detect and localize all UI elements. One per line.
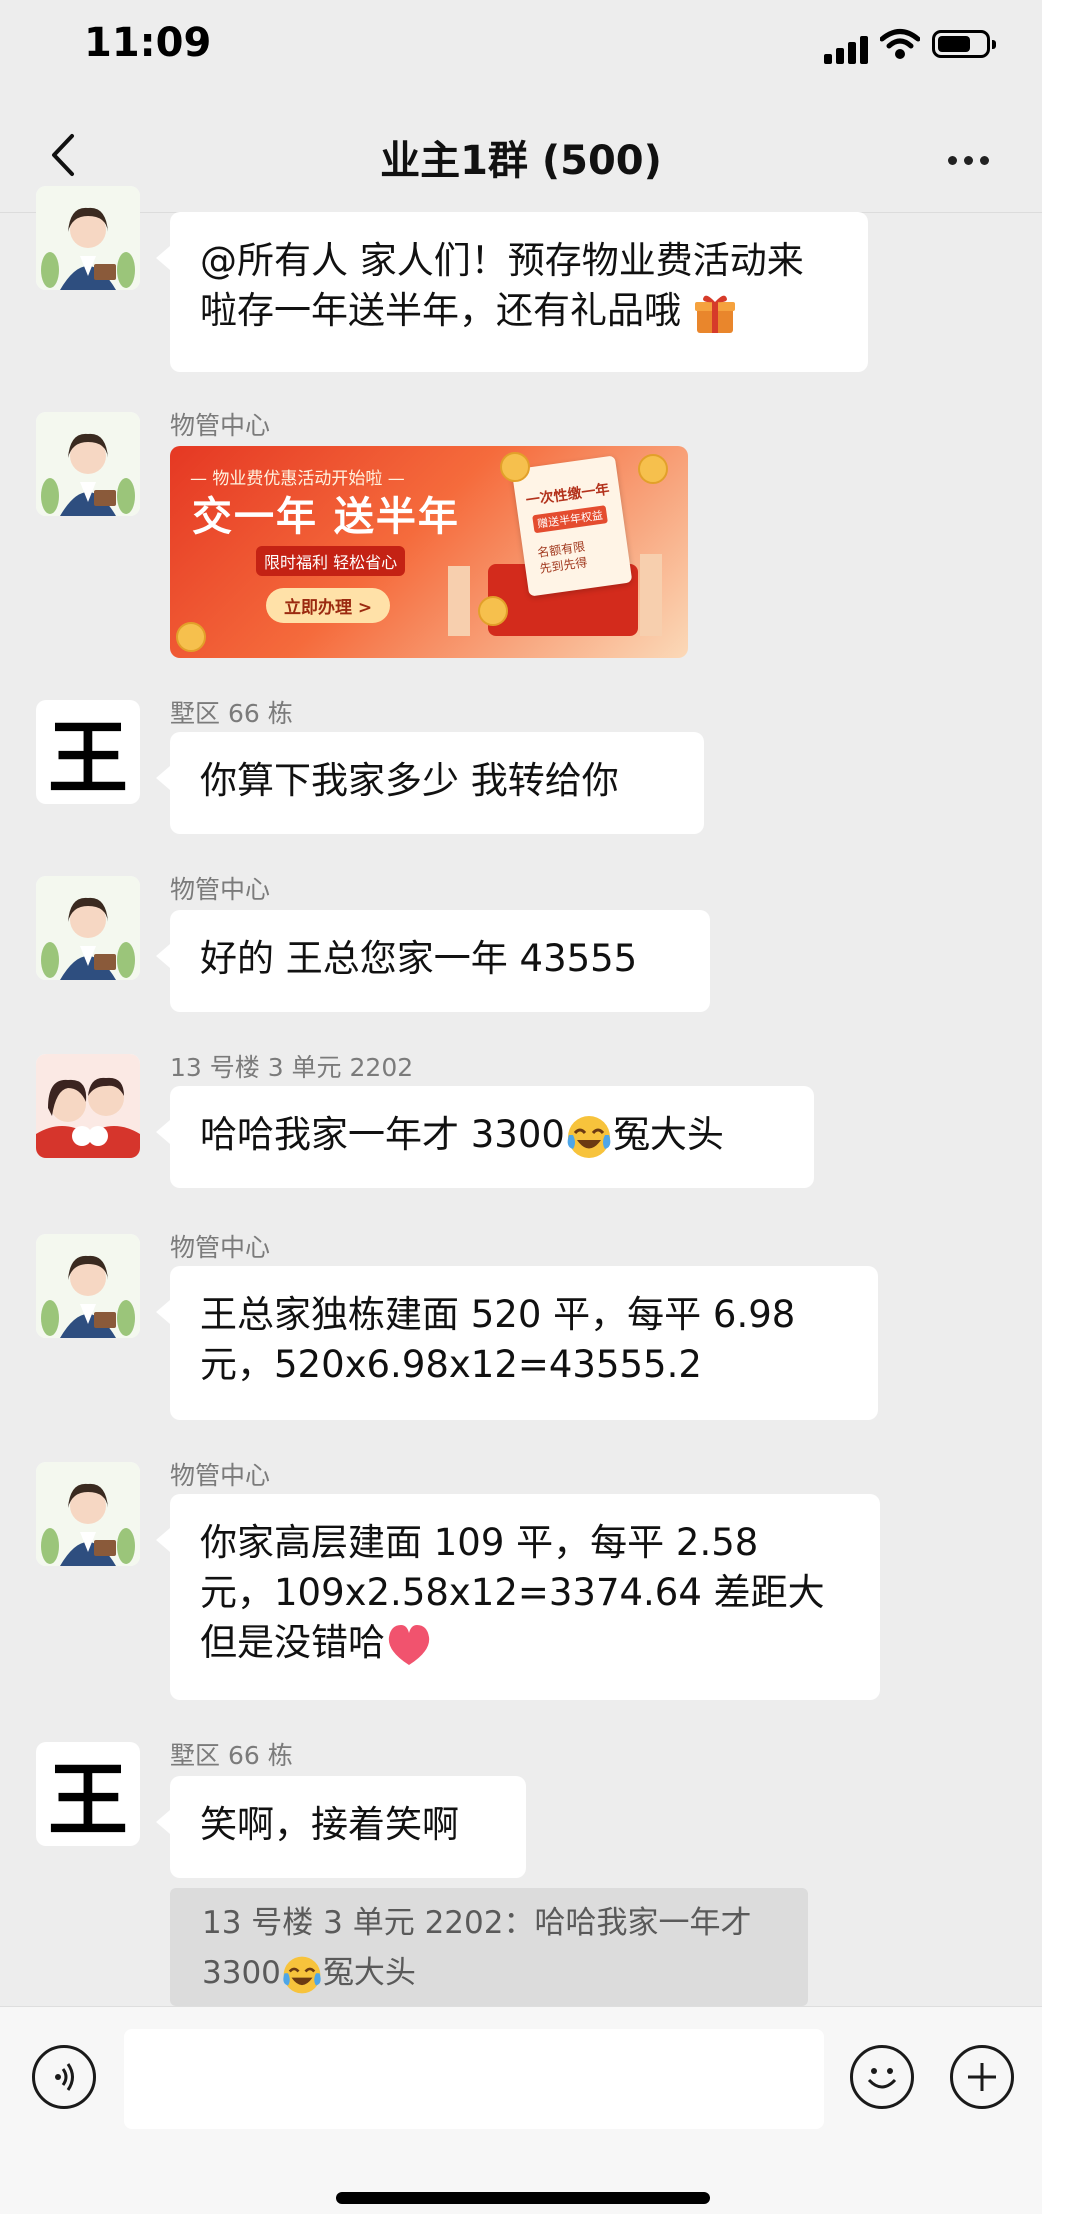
coin-shape — [176, 622, 206, 652]
chat-screen: 11:09 业主1群 (500) @所有人 家人们！预存物业费活动来啦存一年送半… — [0, 0, 1042, 2214]
message-input[interactable] — [124, 2029, 824, 2129]
wang-avatar[interactable]: 王 — [36, 1742, 140, 1846]
page-margin — [1042, 0, 1086, 2214]
staff-avatar-icon — [36, 1234, 140, 1338]
chat-header: 业主1群 (500) — [0, 100, 1042, 213]
message-text-line: 王总家独栋建面 520 平，每平 6.98 — [200, 1293, 796, 1336]
banner-subline: 限时福利 轻松省心 — [256, 546, 406, 576]
building-shape — [640, 554, 662, 636]
banner-headline: 交一年 送半年 — [192, 494, 460, 540]
message-text-line: 元，109x2.58x12=3374.64 差距大 — [200, 1571, 825, 1614]
laugh-cry-emoji-icon — [283, 1956, 321, 1993]
promo-banner-image[interactable]: — 物业费优惠活动开始啦 — 交一年 送半年 限时福利 轻松省心 立即办理 > … — [170, 446, 688, 658]
message-text-line: 元，520x6.98x12=43555.2 — [200, 1343, 702, 1386]
quote-text: 3300 — [202, 1955, 281, 1991]
coin-shape — [478, 596, 508, 626]
battery-icon — [932, 30, 996, 58]
message-bubble[interactable]: 笑啊，接着笑啊 — [156, 1776, 526, 1878]
sender-name: 物管中心 — [170, 411, 271, 440]
status-time: 11:09 — [84, 20, 212, 66]
sender-name: 物管中心 — [170, 1461, 271, 1490]
wifi-icon — [880, 29, 920, 59]
building-shape — [448, 566, 470, 636]
staff-avatar[interactable] — [36, 876, 140, 980]
message-text-line: 你家高层建面 109 平，每平 2.58 — [200, 1521, 759, 1564]
staff-avatar-icon — [36, 412, 140, 516]
message-text-line: 但是没错哈 — [200, 1618, 850, 1668]
heart-icon — [388, 1624, 430, 1665]
message-text: 冤大头 — [612, 1113, 724, 1156]
quote-line: 13 号楼 3 单元 2202：哈哈我家一年才 — [202, 1905, 752, 1941]
laugh-cry-emoji-icon — [567, 1115, 611, 1158]
quote-text: 冤大头 — [322, 1955, 416, 1991]
message-text: 好的 王总您家一年 43555 — [200, 937, 638, 980]
signal-icon — [824, 34, 868, 64]
sender-name: 物管中心 — [170, 1233, 271, 1262]
coin-shape — [500, 452, 530, 482]
coin-shape — [638, 454, 668, 484]
message-text: 哈哈我家一年才 3300 — [200, 1113, 565, 1156]
input-bar — [0, 2006, 1042, 2214]
staff-avatar-icon — [36, 876, 140, 980]
gift-icon — [694, 295, 735, 333]
staff-avatar-icon — [36, 1462, 140, 1566]
staff-avatar[interactable] — [36, 186, 140, 290]
chat-title: 业主1群 (500) — [380, 138, 662, 184]
message-text: 你算下我家多少 我转给你 — [200, 759, 619, 802]
ticket-tag: 赠送半年权益 — [532, 505, 608, 534]
banner-button: 立即办理 > — [266, 588, 391, 623]
ticket-card: 一次性缴一年 赠送半年权益 名额有限 先到先得 — [511, 455, 633, 597]
voice-input-icon[interactable] — [32, 2045, 96, 2109]
sender-name: 墅区 66 栋 — [170, 1741, 293, 1770]
ticket-note: 名额有限 先到先得 — [536, 538, 588, 576]
staff-avatar[interactable] — [36, 1462, 140, 1566]
message-bubble[interactable]: 好的 王总您家一年 43555 — [156, 910, 710, 1012]
message-bubble[interactable]: 哈哈我家一年才 3300 冤大头 — [156, 1086, 814, 1188]
quote-line: 3300 冤大头 — [202, 1948, 776, 1998]
message-bubble[interactable]: 你家高层建面 109 平，每平 2.58 元，109x2.58x12=3374.… — [156, 1494, 880, 1700]
message-bubble[interactable]: 你算下我家多少 我转给你 — [156, 732, 704, 834]
message-text: 笑啊，接着笑啊 — [200, 1803, 459, 1846]
add-more-icon[interactable] — [950, 2045, 1014, 2109]
sender-name: 物管中心 — [170, 875, 271, 904]
quoted-message[interactable]: 13 号楼 3 单元 2202：哈哈我家一年才 3300 冤大头 — [170, 1888, 808, 2006]
message-bubble[interactable]: 王总家独栋建面 520 平，每平 6.98 元，520x6.98x12=4355… — [156, 1266, 878, 1420]
home-indicator — [336, 2192, 710, 2204]
staff-avatar[interactable] — [36, 1234, 140, 1338]
more-options-icon[interactable] — [948, 150, 996, 169]
sender-name: 13 号楼 3 单元 2202 — [170, 1053, 414, 1082]
message-bubble[interactable]: @所有人 家人们！预存物业费活动来啦存一年送半年，还有礼品哦 — [156, 212, 868, 372]
staff-avatar[interactable] — [36, 412, 140, 516]
emoji-button-icon[interactable] — [850, 2045, 914, 2109]
message-text: 但是没错哈 — [200, 1621, 385, 1664]
wang-avatar[interactable]: 王 — [36, 700, 140, 804]
status-bar: 11:09 — [0, 0, 1042, 100]
staff-avatar-icon — [36, 186, 140, 290]
couple-avatar-icon — [36, 1054, 140, 1158]
sender-name: 墅区 66 栋 — [170, 699, 293, 728]
couple-avatar[interactable] — [36, 1054, 140, 1158]
